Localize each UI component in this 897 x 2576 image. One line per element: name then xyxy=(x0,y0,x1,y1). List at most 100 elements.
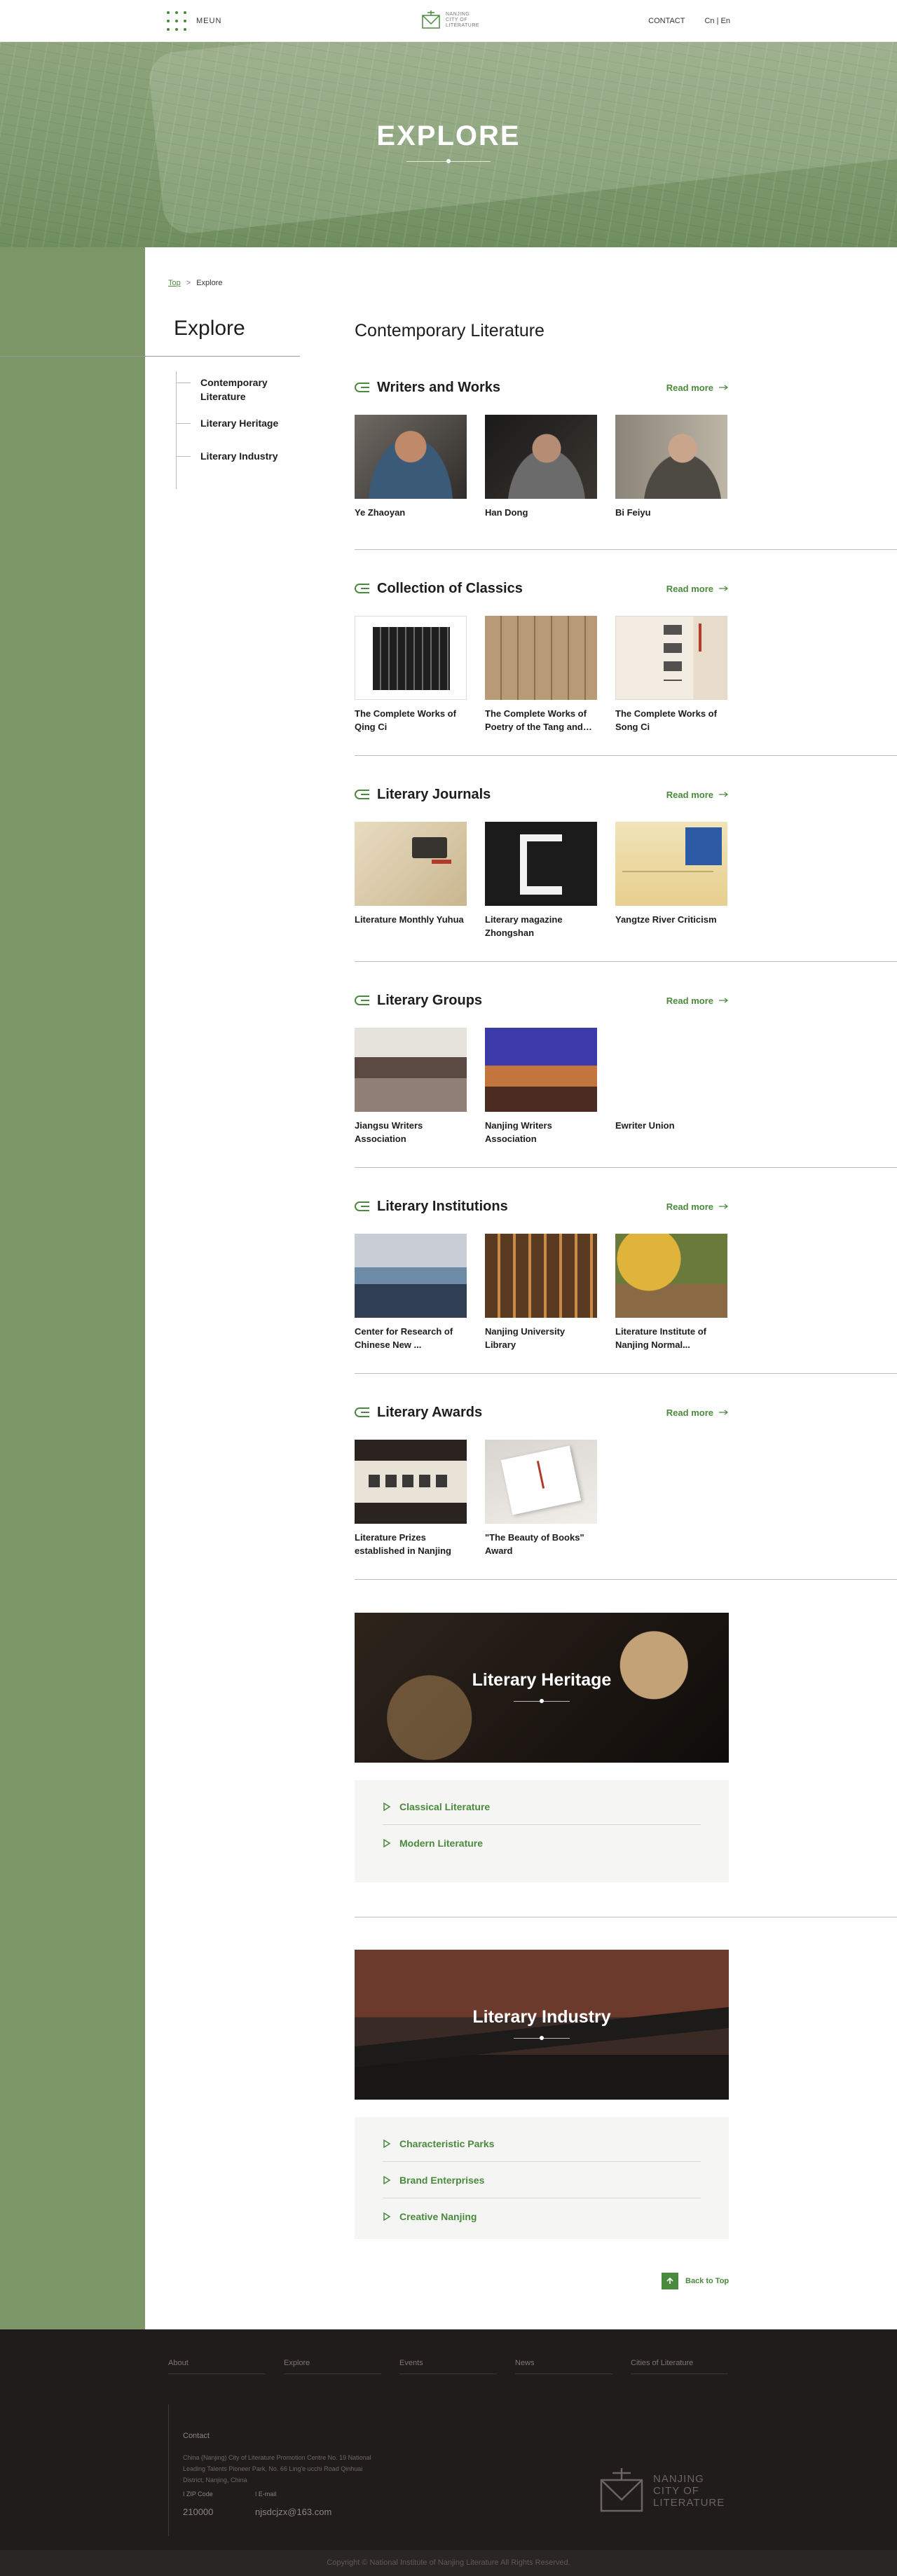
footer-link-news[interactable]: News xyxy=(515,2359,612,2374)
back-to-top-button[interactable]: Back to Top xyxy=(662,2273,729,2289)
footer-logo-text: NANJING CITY OF LITERATURE xyxy=(653,2472,725,2509)
sidebar-heading: Explore xyxy=(174,317,245,340)
card-photo xyxy=(615,1028,727,1112)
section-collection-of-classics: Collection of Classics Read more The Com… xyxy=(355,578,729,733)
arrow-right-icon xyxy=(719,1410,729,1415)
card-caption: Literature Monthly Yuhua xyxy=(355,914,464,925)
footer-link-about[interactable]: About xyxy=(168,2359,266,2374)
literary-heritage-banner[interactable]: Literary Heritage xyxy=(355,1613,729,1763)
sidebar-nav: Contemporary Literature Literary Heritag… xyxy=(177,376,303,463)
card-nanjing-university-library[interactable]: Nanjing University Library xyxy=(485,1234,597,1351)
arrow-right-icon xyxy=(719,998,729,1003)
read-more-link[interactable]: Read more xyxy=(666,996,729,1006)
section-title: Writers and Works xyxy=(377,379,500,395)
section-literary-journals: Literary Journals Read more Literature M… xyxy=(355,784,729,939)
banner-title: Literary Industry xyxy=(472,2007,611,2027)
contact-link[interactable]: CONTACT xyxy=(648,17,685,25)
card-literature-monthly-yuhua[interactable]: Literature Monthly Yuhua xyxy=(355,822,467,939)
card-complete-works-tang[interactable]: The Complete Works of Poetry of the Tang… xyxy=(485,616,597,733)
sidebar-item-literary-heritage[interactable]: Literary Heritage xyxy=(177,416,303,430)
card-photo xyxy=(485,1440,597,1524)
footer-logo: NANJING CITY OF LITERATURE xyxy=(597,2466,725,2515)
read-more-link[interactable]: Read more xyxy=(666,1201,729,1212)
triangle-icon xyxy=(383,1803,391,1811)
card-yangtze-river-criticism[interactable]: Yangtze River Criticism xyxy=(615,822,727,939)
card-literary-magazine-zhongshan[interactable]: Literary magazine Zhongshan xyxy=(485,822,597,939)
card-literature-prizes-nanjing[interactable]: Literature Prizes established in Nanjing xyxy=(355,1440,467,1557)
sidebar-item-contemporary-literature[interactable]: Contemporary Literature xyxy=(177,376,282,404)
card-jiangsu-writers-association[interactable]: Jiangsu Writers Association xyxy=(355,1028,467,1145)
footer-email-value[interactable]: njsdcjzx@163.com xyxy=(255,2507,331,2517)
card-bi-feiyu[interactable]: Bi Feiyu xyxy=(615,415,727,519)
link-classical-literature[interactable]: Classical Literature xyxy=(383,1789,701,1825)
card-photo xyxy=(355,1440,467,1524)
hero-banner: EXPLORE xyxy=(0,42,897,247)
card-caption: Jiangsu Writers Association xyxy=(355,1120,423,1144)
arrow-right-icon xyxy=(719,385,729,390)
card-photo xyxy=(485,822,597,906)
footer-link-cities-of-literature[interactable]: Cities of Literature xyxy=(631,2359,728,2374)
read-more-link[interactable]: Read more xyxy=(666,1407,729,1418)
card-complete-works-song-ci[interactable]: The Complete Works of Song Ci xyxy=(615,616,727,733)
card-literature-institute-nanjing-normal[interactable]: Literature Institute of Nanjing Normal..… xyxy=(615,1234,727,1351)
breadcrumb: Top > Explore xyxy=(168,279,222,287)
section-bracket-icon xyxy=(355,1201,370,1211)
link-characteristic-parks[interactable]: Characteristic Parks xyxy=(383,2126,701,2162)
sidebar-item-literary-industry[interactable]: Literary Industry xyxy=(177,449,303,463)
card-photo xyxy=(485,415,597,499)
card-caption: Literature Prizes established in Nanjing xyxy=(355,1532,451,1556)
card-caption: Bi Feiyu xyxy=(615,507,651,518)
footer-zip-label: ǀ ZIP Code xyxy=(183,2491,213,2498)
lang-cn-link[interactable]: Cn xyxy=(704,17,714,25)
section-divider xyxy=(355,1167,897,1168)
section-bracket-icon xyxy=(355,383,370,392)
card-photo xyxy=(615,415,727,499)
card-photo xyxy=(355,616,467,700)
card-caption: Nanjing Writers Association xyxy=(485,1120,552,1144)
card-caption: Center for Research of Chinese New ... xyxy=(355,1326,453,1350)
section-title: Literary Awards xyxy=(377,1404,483,1420)
card-han-dong[interactable]: Han Dong xyxy=(485,415,597,519)
link-modern-literature[interactable]: Modern Literature xyxy=(383,1825,701,1861)
section-divider xyxy=(355,1373,897,1374)
card-photo xyxy=(485,1028,597,1112)
card-photo xyxy=(615,1234,727,1318)
literary-industry-banner[interactable]: Literary Industry xyxy=(355,1950,729,2100)
card-beauty-of-books-award[interactable]: "The Beauty of Books" Award xyxy=(485,1440,597,1557)
footer-email-label: ǀ E-mail xyxy=(255,2491,277,2498)
footer-link-events[interactable]: Events xyxy=(399,2359,497,2374)
card-caption: Literature Institute of Nanjing Normal..… xyxy=(615,1326,707,1350)
card-center-for-research[interactable]: Center for Research of Chinese New ... xyxy=(355,1234,467,1351)
breadcrumb-separator: > xyxy=(186,279,191,287)
section-divider xyxy=(355,549,897,550)
breadcrumb-top-link[interactable]: Top xyxy=(168,279,181,287)
card-photo xyxy=(355,1234,467,1318)
card-ewriter-union[interactable]: Ewriter Union xyxy=(615,1028,727,1145)
card-complete-works-qing-ci[interactable]: The Complete Works of Qing Ci xyxy=(355,616,467,733)
menu-label: MEUN xyxy=(196,17,222,25)
read-more-link[interactable]: Read more xyxy=(666,790,729,800)
triangle-icon xyxy=(383,2212,391,2221)
card-caption: Nanjing University Library xyxy=(485,1326,566,1350)
card-ye-zhaoyan[interactable]: Ye Zhaoyan xyxy=(355,415,467,519)
footer-link-explore[interactable]: Explore xyxy=(284,2359,381,2374)
breadcrumb-current: Explore xyxy=(196,279,223,287)
link-creative-nanjing[interactable]: Creative Nanjing xyxy=(383,2198,701,2235)
section-title: Literary Groups xyxy=(377,992,483,1008)
menu-button[interactable]: MEUN xyxy=(167,11,221,31)
literary-heritage-links: Classical Literature Modern Literature xyxy=(355,1780,729,1882)
link-brand-enterprises[interactable]: Brand Enterprises xyxy=(383,2162,701,2198)
section-bracket-icon xyxy=(355,790,370,799)
page-title: Contemporary Literature xyxy=(355,321,545,340)
section-writers-and-works: Writers and Works Read more Ye Zhaoyan H… xyxy=(355,377,729,519)
read-more-link[interactable]: Read more xyxy=(666,383,729,393)
card-nanjing-writers-association[interactable]: Nanjing Writers Association xyxy=(485,1028,597,1145)
section-bracket-icon xyxy=(355,996,370,1005)
lang-en-link[interactable]: En xyxy=(721,17,730,25)
card-photo xyxy=(615,616,727,700)
footer-contact-label: Contact xyxy=(183,2432,210,2440)
site-logo[interactable]: NANJING CITY OF LITERATURE xyxy=(420,10,479,31)
card-caption: Ye Zhaoyan xyxy=(355,507,406,518)
section-title: Literary Institutions xyxy=(377,1198,508,1214)
read-more-link[interactable]: Read more xyxy=(666,584,729,594)
